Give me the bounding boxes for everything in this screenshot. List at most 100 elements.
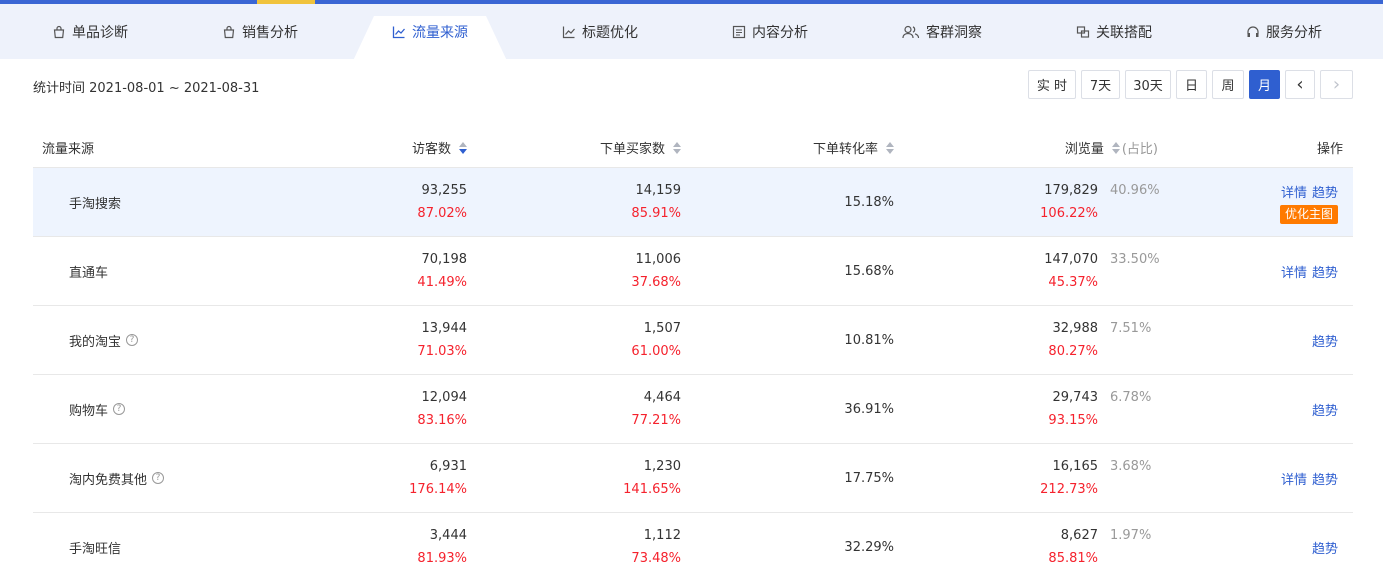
pageviews-value: 8,627	[1060, 528, 1098, 543]
visitors-change: 71.03%	[417, 344, 467, 359]
source-cell: 购物车?	[69, 375, 126, 443]
sort-icon[interactable]	[1111, 141, 1120, 154]
conversion-cell: 15.18%	[844, 194, 894, 210]
buyers-cell: 11,006 37.68%	[631, 251, 681, 292]
range-week-button[interactable]: 周	[1212, 70, 1244, 99]
pageviews-change: 80.27%	[1048, 344, 1098, 359]
actions-cell: 趋势	[1307, 400, 1338, 419]
header-pageviews[interactable]: 浏览量 (占比)	[1065, 128, 1158, 167]
conversion-cell: 10.81%	[844, 332, 894, 348]
range-day-button[interactable]: 日	[1176, 70, 1207, 99]
pageviews-cell: 29,743 93.15%	[1048, 389, 1098, 430]
table-row: 我的淘宝? 13,944 71.03% 1,507 61.00% 10.81% 32,988…	[33, 306, 1353, 375]
sort-icon[interactable]	[459, 141, 467, 154]
source-name: 手淘搜索	[69, 196, 122, 212]
pageviews-value: 16,165	[1052, 459, 1099, 474]
help-icon[interactable]: ?	[152, 472, 165, 484]
table-row: 直通车 70,198 41.49% 11,006 37.68% 15.68% 147,070…	[33, 237, 1353, 306]
header-visitors[interactable]: 访客数	[412, 128, 467, 167]
detail-link[interactable]: 详情	[1281, 473, 1307, 488]
help-icon[interactable]: ?	[113, 403, 126, 415]
visitors-value: 70,198	[421, 252, 468, 267]
conversion-cell: 17.75%	[844, 470, 894, 486]
buyers-change: 141.65%	[623, 482, 681, 497]
pageviews-cell: 147,070 45.37%	[1044, 251, 1098, 292]
range-month-button[interactable]: 月	[1249, 70, 1280, 99]
visitors-value: 93,255	[421, 183, 468, 198]
tab-item-traffic-source[interactable]: 流量来源	[380, 4, 480, 59]
tab-item-title-optimize[interactable]: 标题优化	[550, 4, 650, 59]
header-buyers[interactable]: 下单买家数	[600, 128, 681, 167]
pageviews-change: 212.73%	[1040, 482, 1098, 497]
trend-link[interactable]: 趋势	[1312, 404, 1338, 419]
trend-link[interactable]: 趋势	[1312, 473, 1338, 488]
tab-item-service-analysis[interactable]: 服务分析	[1234, 4, 1334, 59]
trend-link[interactable]: 趋势	[1312, 266, 1338, 281]
buyers-value: 1,112	[643, 528, 681, 543]
tab-label: 流量来源	[412, 24, 468, 41]
visitors-change: 41.49%	[417, 275, 467, 290]
trend-link[interactable]: 趋势	[1312, 542, 1338, 557]
pageviews-share: 33.50%	[1110, 252, 1160, 267]
pageviews-cell: 32,988 80.27%	[1048, 320, 1098, 361]
pageviews-share: 6.78%	[1110, 390, 1152, 405]
buyers-cell: 1,230 141.65%	[623, 458, 681, 499]
prev-period-button[interactable]: ‹	[1285, 70, 1315, 99]
table-row: 手淘旺信 3,444 81.93% 1,112 73.48% 32.29% 8,627 85.…	[33, 513, 1353, 576]
actions-cell: 趋势	[1307, 538, 1338, 557]
header-conversion[interactable]: 下单转化率	[813, 128, 894, 167]
tab-item-content-analysis[interactable]: 内容分析	[720, 4, 820, 59]
pageviews-value: 179,829	[1044, 183, 1098, 198]
pageviews-cell: 8,627 85.81%	[1048, 527, 1098, 568]
line-chart-icon	[562, 25, 576, 39]
range-realtime-button[interactable]: 实 时	[1028, 70, 1076, 99]
sort-icon[interactable]	[673, 141, 681, 154]
visitors-value: 13,944	[421, 321, 468, 336]
visitors-value: 6,931	[429, 459, 467, 474]
trend-link[interactable]: 趋势	[1312, 186, 1338, 201]
range-7days-button[interactable]: 7天	[1081, 70, 1120, 99]
conversion-cell: 36.91%	[844, 401, 894, 417]
source-cell: 手淘旺信	[69, 513, 121, 576]
visitors-cell: 6,931 176.14%	[409, 458, 467, 499]
visitors-cell: 3,444 81.93%	[417, 527, 467, 568]
buyers-cell: 4,464 77.21%	[631, 389, 681, 430]
tab-item-audience-insight[interactable]: 客群洞察	[892, 4, 992, 59]
line-chart-icon	[392, 25, 406, 39]
source-name: 我的淘宝	[69, 334, 122, 350]
tab-item-related-match[interactable]: 关联搭配	[1064, 4, 1164, 59]
help-icon[interactable]: ?	[126, 334, 139, 346]
stat-time-range: 统计时间 2021-08-01 ~ 2021-08-31	[33, 81, 260, 96]
detail-link[interactable]: 详情	[1281, 266, 1307, 281]
link-icon	[1076, 25, 1090, 39]
source-name: 直通车	[69, 265, 109, 281]
trend-link[interactable]: 趋势	[1312, 335, 1338, 350]
source-cell: 淘内免费其他?	[69, 444, 165, 512]
bag-icon	[222, 25, 236, 39]
tab-label: 服务分析	[1266, 24, 1322, 41]
tab-item-sales[interactable]: 销售分析	[210, 4, 310, 59]
pageviews-share: 40.96%	[1110, 183, 1160, 198]
pageviews-cell: 16,165 212.73%	[1040, 458, 1098, 499]
optimize-main-image-button[interactable]: 优化主图	[1279, 205, 1338, 224]
actions-cell: 趋势	[1307, 331, 1338, 350]
next-period-button[interactable]: ›	[1320, 70, 1353, 99]
conversion-cell: 32.29%	[844, 539, 894, 555]
tab-label: 单品诊断	[72, 24, 128, 41]
table-row: 购物车? 12,094 83.16% 4,464 77.21% 36.91% 29,743 9…	[33, 375, 1353, 444]
buyers-change: 61.00%	[631, 344, 681, 359]
buyers-value: 4,464	[643, 390, 681, 405]
detail-link[interactable]: 详情	[1281, 186, 1307, 201]
source-cell: 直通车	[69, 237, 108, 305]
tab-item-diagnosis[interactable]: 单品诊断	[40, 4, 140, 59]
tab-label: 关联搭配	[1096, 24, 1152, 41]
source-name: 淘内免费其他	[69, 472, 148, 488]
sort-icon[interactable]	[886, 141, 894, 154]
tab-label: 内容分析	[752, 24, 808, 41]
range-30days-button[interactable]: 30天	[1125, 70, 1171, 99]
table-row: 手淘搜索 93,255 87.02% 14,159 85.91% 15.18% 179,82…	[33, 168, 1353, 237]
visitors-change: 81.93%	[417, 551, 467, 566]
pageviews-share: 7.51%	[1110, 321, 1152, 336]
tab-label: 销售分析	[242, 24, 298, 41]
pageviews-change: 93.15%	[1048, 413, 1098, 428]
